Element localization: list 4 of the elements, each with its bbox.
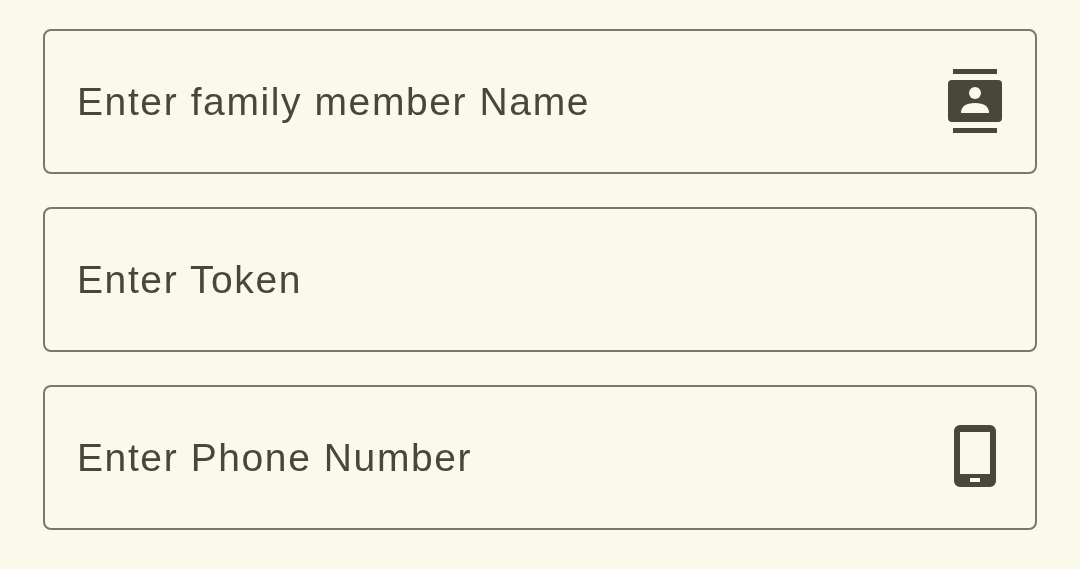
text-field[interactable]: Enter family member Name (43, 29, 1037, 174)
contact-card-icon (947, 69, 1003, 135)
text-field[interactable]: Enter Token (43, 207, 1037, 352)
text-field[interactable]: Enter Phone Number (43, 385, 1037, 530)
